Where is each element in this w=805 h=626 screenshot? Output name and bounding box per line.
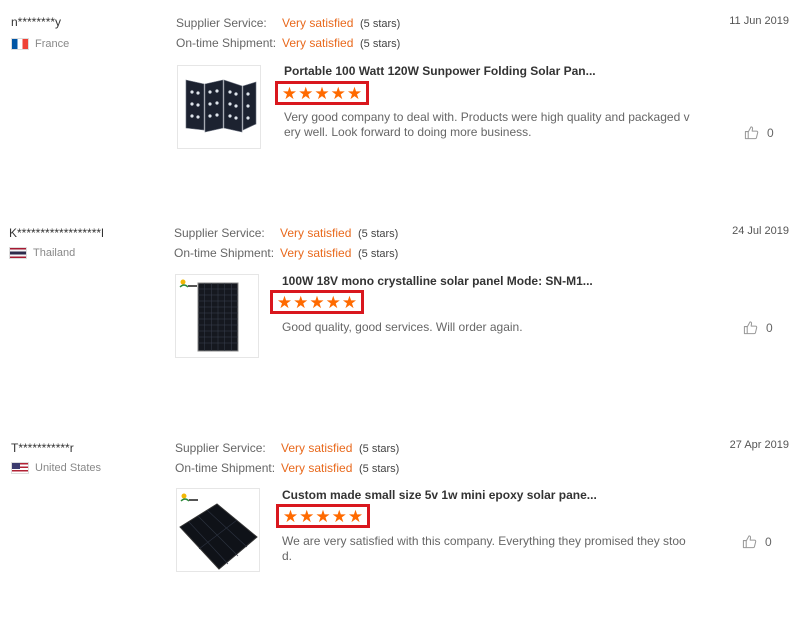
supplier-service-rating: Supplier Service: Very satisfied (5 stars)	[174, 226, 398, 240]
supplier-service-stars: (5 stars)	[359, 443, 400, 455]
product-star-rating: ★ ★ ★ ★ ★	[276, 504, 370, 528]
product-thumbnail[interactable]	[176, 488, 260, 572]
united-states-flag-icon	[11, 462, 29, 474]
supplier-service-label: Supplier Service:	[174, 226, 265, 240]
like-count: 0	[765, 534, 772, 549]
review-comment: Good quality, good services. Will order …	[282, 320, 523, 334]
shipment-label: On-time Shipment:	[175, 461, 276, 475]
product-thumbnail[interactable]	[175, 274, 259, 358]
shipment-rating: On-time Shipment: Very satisfied (5 stars)	[174, 246, 398, 260]
review-date: 27 Apr 2019	[729, 439, 789, 451]
thumbs-up-icon	[742, 535, 757, 549]
epoxy-solar-panel-image	[179, 493, 258, 570]
star-icon: ★	[341, 292, 358, 312]
review-item: T***********r United States Supplier Ser…	[0, 0, 805, 572]
star-icon: ★	[299, 506, 315, 526]
thailand-flag-icon	[9, 247, 27, 259]
review-comment: We are very satisfied with this company.…	[282, 534, 686, 563]
reviewer-name: K******************l	[9, 226, 104, 240]
like-button[interactable]: 0	[742, 534, 772, 549]
star-icon: ★	[309, 292, 325, 312]
shipment-value: Very satisfied	[281, 461, 353, 475]
shipment-stars: (5 stars)	[358, 248, 399, 260]
star-icon: ★	[325, 292, 341, 312]
shipment-label: On-time Shipment:	[174, 246, 275, 260]
shipment-rating: On-time Shipment: Very satisfied (5 stars)	[175, 461, 399, 475]
country-name: United States	[35, 462, 102, 474]
star-icon: ★	[276, 292, 293, 312]
star-icon: ★	[293, 292, 309, 312]
like-button[interactable]: 0	[743, 320, 773, 335]
product-title-link[interactable]: 100W 18V mono crystalline solar panel Mo…	[282, 274, 593, 288]
reviewer-country: United States	[11, 462, 101, 474]
product-title-link[interactable]: Custom made small size 5v 1w mini epoxy …	[282, 488, 597, 502]
country-name: Thailand	[33, 247, 76, 259]
reviewer-name: T***********r	[11, 441, 74, 455]
product-star-rating: ★ ★ ★ ★ ★	[270, 290, 364, 314]
star-icon: ★	[347, 506, 364, 526]
shipment-value: Very satisfied	[280, 246, 352, 260]
supplier-service-rating: Supplier Service: Very satisfied (5 stars)	[175, 441, 399, 455]
reviewer-country: Thailand	[9, 247, 75, 259]
review-date: 24 Jul 2019	[732, 225, 789, 237]
star-icon: ★	[282, 506, 299, 526]
supplier-service-value: Very satisfied	[280, 226, 352, 240]
supplier-service-value: Very satisfied	[281, 441, 353, 455]
mono-solar-panel-image	[179, 279, 239, 352]
like-count: 0	[766, 320, 773, 335]
brand-logo-icon	[180, 493, 198, 502]
supplier-service-stars: (5 stars)	[358, 228, 399, 240]
star-icon: ★	[315, 506, 331, 526]
brand-logo-icon	[179, 279, 197, 288]
thumbs-up-icon	[743, 321, 758, 335]
star-icon: ★	[331, 506, 347, 526]
supplier-service-label: Supplier Service:	[175, 441, 266, 455]
shipment-stars: (5 stars)	[359, 463, 400, 475]
